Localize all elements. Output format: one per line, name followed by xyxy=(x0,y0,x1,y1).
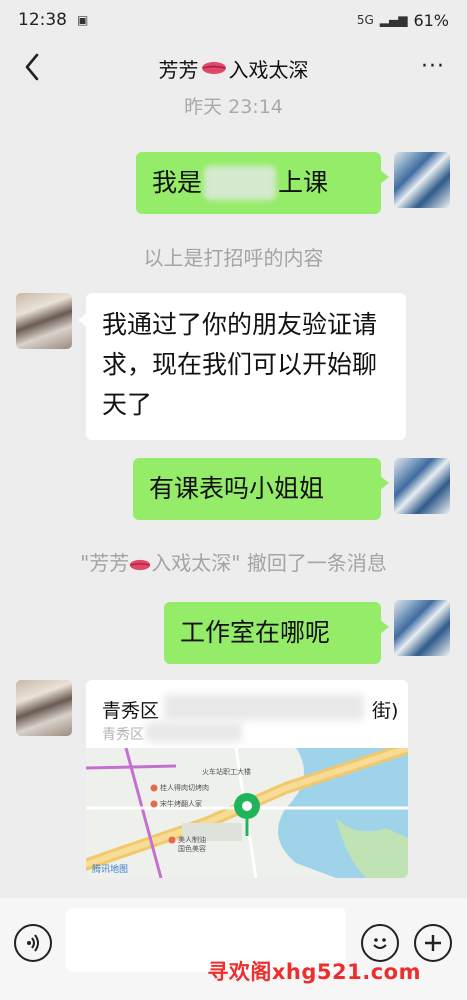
watermark-text: 寻欢阁xhg521.com xyxy=(207,960,421,984)
map-label: 国色美容 xyxy=(178,844,206,853)
voice-wave-icon xyxy=(27,934,39,952)
message-text: 我通过了你的朋友验证请求，现在我们可以开始聊天了 xyxy=(102,310,378,419)
message-text: 工作室在哪呢 xyxy=(180,618,331,647)
recall-notice: "芳芳 入戏太深" 撤回了一条消息 xyxy=(80,551,387,575)
sent-message-bubble[interactable]: 工作室在哪呢 xyxy=(164,602,389,664)
map-label: 宋牛烤翻人家 xyxy=(160,799,202,808)
system-message: 以上是打招呼的内容 xyxy=(143,246,324,270)
location-address: 青秀区 xyxy=(102,727,144,743)
message-text: 我是 xyxy=(152,168,203,197)
map-label: 桂人得肉切烤肉 xyxy=(160,783,209,792)
redacted-location-name xyxy=(164,694,364,720)
map-label: 火车站职工大楼 xyxy=(202,767,251,776)
status-time: 12:38 xyxy=(18,10,67,30)
voice-input-button[interactable] xyxy=(14,924,52,962)
back-button[interactable] xyxy=(18,52,46,82)
map-provider-label: 腾讯地图 xyxy=(92,863,128,875)
battery-level: 61% xyxy=(413,10,449,30)
network-label: 5G xyxy=(356,13,374,27)
chat-title-prefix: 芳芳 xyxy=(158,57,199,82)
location-title: 青秀区 xyxy=(102,700,160,722)
plus-icon xyxy=(425,935,441,951)
image-notification-icon: ▣ xyxy=(77,13,89,27)
lips-emoji-icon xyxy=(201,62,226,74)
my-avatar[interactable] xyxy=(394,458,450,514)
my-avatar[interactable] xyxy=(394,152,450,208)
redacted-address xyxy=(146,722,242,742)
contact-avatar[interactable] xyxy=(16,680,72,736)
chevron-left-icon xyxy=(25,53,39,81)
my-avatar[interactable] xyxy=(394,600,450,656)
location-message-card[interactable]: 青秀区 街) 青秀区 火车站职工大楼 桂人得肉切烤肉 宋牛烤翻人家 美人制油 国… xyxy=(86,680,408,878)
map-label: 美人制油 xyxy=(178,835,206,844)
location-map: 火车站职工大楼 桂人得肉切烤肉 宋牛烤翻人家 美人制油 国色美容 腾讯地图 xyxy=(86,748,408,878)
message-text: 上课 xyxy=(278,168,329,197)
status-bar: 12:38 ▣ 5G ▂▄▆ 61% xyxy=(0,0,467,40)
signal-icon: ▂▄▆ xyxy=(379,13,408,27)
chat-title: 芳芳 入戏太深 xyxy=(159,54,309,83)
message-timestamp: 昨天 23:14 xyxy=(184,96,283,118)
location-title-suffix: 街) xyxy=(372,700,399,722)
received-message-bubble[interactable]: 我通过了你的朋友验证请求，现在我们可以开始聊天了 xyxy=(78,293,406,440)
redacted-text xyxy=(204,166,277,200)
lips-emoji-icon xyxy=(130,559,151,570)
contact-avatar[interactable] xyxy=(16,293,72,349)
sent-message-bubble[interactable]: 有课表吗小姐姐 xyxy=(133,458,389,520)
smiley-icon xyxy=(373,938,387,949)
more-options-button[interactable]: ··· xyxy=(421,54,445,79)
chat-header: 芳芳 入戏太深 ··· xyxy=(0,40,467,96)
sent-message-bubble[interactable]: 我是 上课 xyxy=(136,152,389,214)
message-text: 有课表吗小姐姐 xyxy=(149,474,325,503)
chat-title-suffix: 入戏太深 xyxy=(228,57,309,82)
